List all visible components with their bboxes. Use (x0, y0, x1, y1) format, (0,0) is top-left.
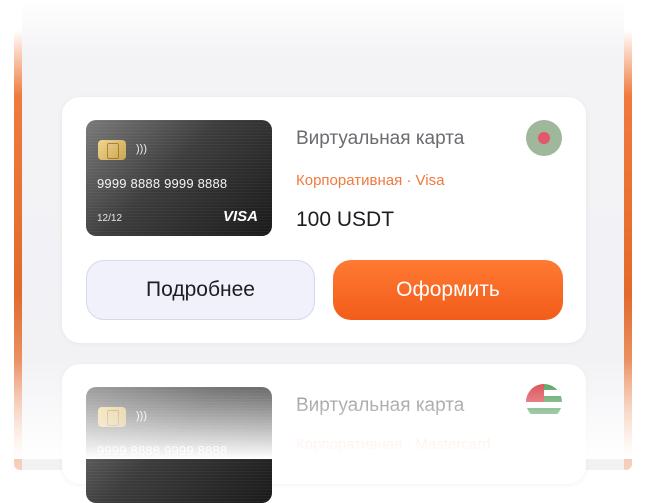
card-brand-logo: VISA (222, 208, 258, 225)
contactless-icon: ))) (136, 410, 147, 422)
phone-frame-right-edge (624, 30, 632, 470)
phone-frame-left-edge (14, 30, 22, 470)
region-flag-icon (526, 120, 562, 156)
offer-price: 100 USDT (296, 208, 395, 231)
abkhazia-flag-icon (526, 384, 562, 420)
card-number: 9999 8888 9999 8888 (97, 176, 228, 191)
chip-icon (98, 407, 126, 427)
chip-icon (98, 140, 126, 160)
virtual-card-image: ))) 9999 8888 9999 8888 (86, 387, 272, 503)
virtual-card-image: ))) 9999 8888 9999 8888 12/12 VISA (86, 120, 272, 236)
offer-title: Виртуальная карта (296, 395, 465, 416)
contactless-icon: ))) (136, 143, 147, 155)
offer-title: Виртуальная карта (296, 128, 465, 149)
offer-subtitle: Корпоративная · Visa (296, 172, 445, 189)
flag-dot (538, 132, 550, 144)
card-expiry: 12/12 (97, 213, 123, 224)
card-number: 9999 8888 9999 8888 (97, 443, 228, 458)
offer-card: ))) 9999 8888 9999 8888 Виртуальная карт… (62, 364, 586, 503)
offer-card: ))) 9999 8888 9999 8888 12/12 VISA Вирту… (62, 97, 586, 343)
order-button[interactable]: Оформить (333, 260, 563, 320)
details-button[interactable]: Подробнее (86, 260, 315, 320)
offer-subtitle: Корпоративная · Mastercard (296, 436, 491, 453)
